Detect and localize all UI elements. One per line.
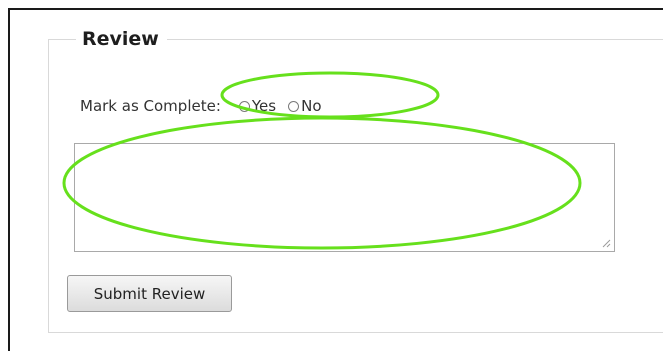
review-textarea[interactable] xyxy=(74,143,615,252)
radio-yes-label: Yes xyxy=(251,97,277,115)
mark-complete-label: Mark as Complete: xyxy=(80,97,221,115)
mark-complete-row: Mark as Complete: Yes No xyxy=(80,95,322,117)
review-legend: Review xyxy=(76,26,167,52)
radio-option-no[interactable]: No xyxy=(288,97,322,115)
radio-yes-circle-icon[interactable] xyxy=(238,100,250,112)
radio-no-label: No xyxy=(301,97,322,115)
radio-no-circle-icon[interactable] xyxy=(288,100,300,112)
radio-option-yes[interactable]: Yes xyxy=(238,97,277,115)
submit-review-button[interactable]: Submit Review xyxy=(67,275,232,312)
resize-grip-icon[interactable] xyxy=(601,238,611,248)
